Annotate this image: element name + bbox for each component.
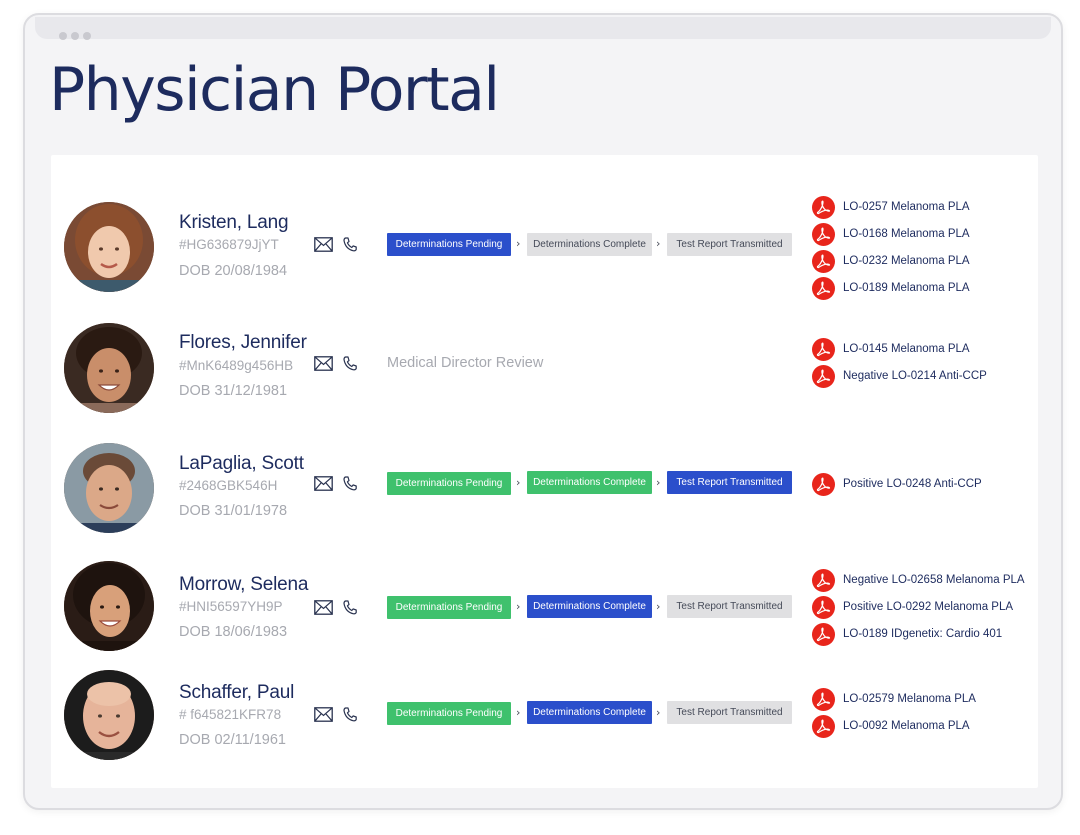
stage-test-report-transmitted[interactable]: Test Report Transmitted bbox=[667, 233, 792, 256]
report-label: LO-0092 Melanoma PLA bbox=[843, 720, 970, 732]
stage-determinations-pending[interactable]: Determinations Pending bbox=[387, 596, 511, 619]
report-link[interactable]: Positive LO-0292 Melanoma PLA bbox=[812, 595, 1013, 619]
patient-list: Kristen, Lang #HG636879JjYT DOB 20/08/19… bbox=[51, 155, 1038, 788]
review-status: Medical Director Review bbox=[387, 355, 544, 371]
report-link[interactable]: LO-0092 Melanoma PLA bbox=[812, 714, 970, 738]
report-link[interactable]: Negative LO-02658 Melanoma PLA bbox=[812, 568, 1025, 592]
window-titlebar bbox=[35, 17, 1051, 39]
pdf-icon bbox=[812, 364, 835, 388]
patient-dob: DOB 20/08/1984 bbox=[179, 263, 288, 279]
patient-avatar bbox=[64, 561, 154, 651]
pdf-icon bbox=[812, 472, 835, 496]
patient-avatar bbox=[64, 443, 154, 533]
report-link[interactable]: LO-02579 Melanoma PLA bbox=[812, 687, 976, 711]
patient-id: #HNI56597YH9P bbox=[179, 599, 283, 614]
report-link[interactable]: LO-0232 Melanoma PLA bbox=[812, 249, 970, 273]
window-dot bbox=[71, 32, 79, 40]
patient-id: #MnK6489g456HB bbox=[179, 358, 294, 373]
report-label: LO-0145 Melanoma PLA bbox=[843, 343, 970, 355]
report-link[interactable]: LO-0189 Melanoma PLA bbox=[812, 276, 970, 300]
pdf-icon bbox=[812, 568, 835, 592]
chevron-right-icon: › bbox=[516, 476, 521, 489]
phone-icon[interactable] bbox=[343, 707, 357, 722]
pdf-icon bbox=[812, 222, 835, 246]
envelope-icon[interactable] bbox=[314, 707, 333, 722]
report-label: Negative LO-02658 Melanoma PLA bbox=[843, 574, 1025, 586]
stage-determinations-pending[interactable]: Determinations Pending bbox=[387, 472, 511, 495]
pdf-icon bbox=[812, 195, 835, 219]
pdf-icon bbox=[812, 276, 835, 300]
patient-dob: DOB 02/11/1961 bbox=[179, 732, 286, 748]
report-link[interactable]: LO-0145 Melanoma PLA bbox=[812, 337, 970, 361]
patient-row: Flores, Jennifer #MnK6489g456HB DOB 31/1… bbox=[51, 312, 1038, 422]
chevron-right-icon: › bbox=[656, 706, 661, 719]
stage-determinations-complete[interactable]: Determinations Complete bbox=[527, 595, 652, 618]
chevron-right-icon: › bbox=[656, 600, 661, 613]
report-label: Positive LO-0248 Anti-CCP bbox=[843, 478, 982, 490]
patient-id: # f645821KFR78 bbox=[179, 707, 282, 722]
patient-row: Kristen, Lang #HG636879JjYT DOB 20/08/19… bbox=[51, 191, 1038, 301]
stage-determinations-pending[interactable]: Determinations Pending bbox=[387, 233, 511, 256]
phone-icon[interactable] bbox=[343, 600, 357, 615]
chevron-right-icon: › bbox=[656, 237, 661, 250]
pdf-icon bbox=[812, 337, 835, 361]
stage-test-report-transmitted[interactable]: Test Report Transmitted bbox=[667, 701, 792, 724]
envelope-icon[interactable] bbox=[314, 356, 333, 371]
patient-row: Schaffer, Paul # f645821KFR78 DOB 02/11/… bbox=[51, 660, 1038, 770]
patient-name[interactable]: Schaffer, Paul bbox=[179, 682, 294, 704]
report-label: LO-0232 Melanoma PLA bbox=[843, 255, 970, 267]
chevron-right-icon: › bbox=[656, 476, 661, 489]
report-link[interactable]: LO-0189 IDgenetix: Cardio 401 bbox=[812, 622, 1002, 646]
patient-dob: DOB 18/06/1983 bbox=[179, 624, 288, 640]
pdf-icon bbox=[812, 714, 835, 738]
report-label: Positive LO-0292 Melanoma PLA bbox=[843, 601, 1014, 613]
patient-avatar bbox=[64, 202, 154, 292]
patient-name[interactable]: Kristen, Lang bbox=[179, 212, 289, 234]
patient-avatar bbox=[64, 323, 154, 413]
phone-icon[interactable] bbox=[343, 476, 357, 491]
report-link[interactable]: Negative LO-0214 Anti-CCP bbox=[812, 364, 987, 388]
pdf-icon bbox=[812, 622, 835, 646]
report-link[interactable]: Positive LO-0248 Anti-CCP bbox=[812, 472, 982, 496]
stage-determinations-complete[interactable]: Determinations Complete bbox=[527, 701, 652, 724]
report-label: LO-0257 Melanoma PLA bbox=[843, 201, 970, 213]
stage-test-report-transmitted[interactable]: Test Report Transmitted bbox=[667, 595, 792, 618]
patient-row: LaPaglia, Scott #2468GBK546H DOB 31/01/1… bbox=[51, 432, 1038, 542]
stage-test-report-transmitted[interactable]: Test Report Transmitted bbox=[667, 471, 792, 494]
envelope-icon[interactable] bbox=[314, 237, 333, 252]
patient-id: #2468GBK546H bbox=[179, 478, 278, 493]
chevron-right-icon: › bbox=[516, 706, 521, 719]
report-label: LO-0168 Melanoma PLA bbox=[843, 228, 970, 240]
patient-row: Morrow, Selena #HNI56597YH9P DOB 18/06/1… bbox=[51, 553, 1038, 663]
patient-name[interactable]: Morrow, Selena bbox=[179, 574, 308, 596]
patient-id: #HG636879JjYT bbox=[179, 237, 279, 252]
report-label: LO-02579 Melanoma PLA bbox=[843, 693, 976, 705]
chevron-right-icon: › bbox=[516, 600, 521, 613]
report-link[interactable]: LO-0168 Melanoma PLA bbox=[812, 222, 970, 246]
report-label: LO-0189 IDgenetix: Cardio 401 bbox=[843, 628, 1003, 640]
stage-determinations-complete[interactable]: Determinations Complete bbox=[527, 233, 652, 256]
phone-icon[interactable] bbox=[343, 356, 357, 371]
stage-determinations-complete[interactable]: Determinations Complete bbox=[527, 471, 652, 494]
window-dot bbox=[59, 32, 67, 40]
page-title: Physician Portal bbox=[49, 55, 500, 125]
stage-determinations-pending[interactable]: Determinations Pending bbox=[387, 702, 511, 725]
envelope-icon[interactable] bbox=[314, 476, 333, 491]
pdf-icon bbox=[812, 595, 835, 619]
patient-name[interactable]: Flores, Jennifer bbox=[179, 332, 307, 354]
envelope-icon[interactable] bbox=[314, 600, 333, 615]
report-label: LO-0189 Melanoma PLA bbox=[843, 282, 970, 294]
pdf-icon bbox=[812, 249, 835, 273]
patient-name[interactable]: LaPaglia, Scott bbox=[179, 453, 304, 475]
chevron-right-icon: › bbox=[516, 237, 521, 250]
pdf-icon bbox=[812, 687, 835, 711]
window-dot bbox=[83, 32, 91, 40]
phone-icon[interactable] bbox=[343, 237, 357, 252]
report-link[interactable]: LO-0257 Melanoma PLA bbox=[812, 195, 970, 219]
patient-dob: DOB 31/12/1981 bbox=[179, 383, 288, 399]
patient-dob: DOB 31/01/1978 bbox=[179, 503, 288, 519]
window-controls bbox=[59, 32, 91, 40]
report-label: Negative LO-0214 Anti-CCP bbox=[843, 370, 987, 382]
patient-avatar bbox=[64, 670, 154, 760]
